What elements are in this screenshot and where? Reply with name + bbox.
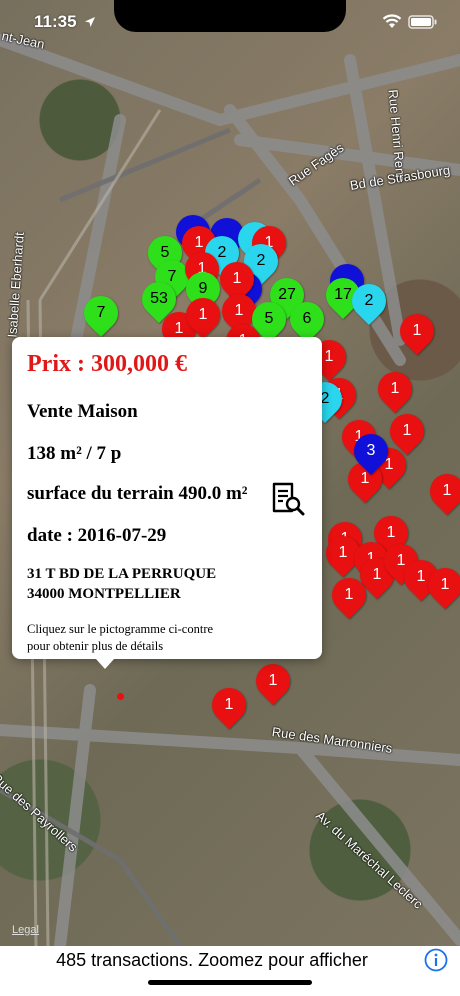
map-marker-green[interactable]: 7 <box>76 288 126 338</box>
marker-count-label: 1 <box>268 672 278 689</box>
marker-count-label: 1 <box>412 322 422 339</box>
marker-count-label: 7 <box>96 304 106 321</box>
location-arrow-icon <box>85 17 95 27</box>
marker-count-label: 1 <box>344 586 354 603</box>
notch <box>114 0 346 32</box>
legal-link[interactable]: Legal <box>12 924 39 936</box>
map-marker-red[interactable]: 1 <box>248 656 298 706</box>
map-marker-cyan[interactable]: 2 <box>344 276 394 326</box>
status-time: 11:35 <box>34 12 77 31</box>
marker-count-label: 1 <box>198 306 208 323</box>
popup-surface: 138 m² / 7 p <box>27 443 122 464</box>
marker-count-label: 1 <box>440 576 450 593</box>
bottom-bar: 485 transactions. Zoomez pour afficher <box>0 946 460 996</box>
marker-count-label: 3 <box>366 442 376 459</box>
map-marker-red[interactable]: 1 <box>392 306 442 356</box>
info-icon[interactable] <box>424 948 448 972</box>
battery-icon <box>408 15 437 29</box>
marker-count-label: 1 <box>232 270 242 287</box>
popup-terrain: surface du terrain 490.0 m² <box>27 483 248 504</box>
popup-hint-line1: Cliquez sur le pictogramme ci-contre <box>27 622 214 636</box>
marker-count-label: 2 <box>364 292 374 309</box>
map-marker-red[interactable]: 1 <box>204 680 254 730</box>
user-location-dot <box>117 693 124 700</box>
marker-count-label: 1 <box>390 380 400 397</box>
popup-price: Prix : 300,000 € <box>27 351 187 377</box>
transactions-count-text: 485 transactions. Zoomez pour afficher <box>56 950 368 970</box>
popup-date: date : 2016-07-29 <box>27 525 167 546</box>
map-marker-red[interactable]: 1 <box>324 570 374 620</box>
map-marker-green[interactable]: 6 <box>282 294 332 344</box>
marker-count-label: 53 <box>150 290 168 307</box>
popup-address-line1: 31 T BD DE LA PERRUQUE <box>27 566 217 582</box>
marker-count-label: 1 <box>442 482 452 499</box>
map-marker-red[interactable]: 1 <box>370 364 420 414</box>
transaction-popup[interactable]: Prix : 300,000 € Vente Maison 138 m² / 7… <box>12 337 322 659</box>
marker-count-label: 1 <box>402 422 412 439</box>
home-indicator <box>148 980 312 985</box>
popup-address-line2: 34000 MONTPELLIER <box>27 586 181 602</box>
wifi-icon <box>382 14 402 28</box>
map-marker-blue[interactable]: 3 <box>346 426 396 476</box>
marker-count-label: 6 <box>302 310 312 327</box>
popup-hint-line2: pour obtenir plus de détails <box>27 639 164 653</box>
popup-type: Vente Maison <box>27 401 138 422</box>
status-bar: 11:35 <box>0 0 460 44</box>
marker-count-label: 1 <box>224 696 234 713</box>
map-marker-red[interactable]: 1 <box>178 290 228 340</box>
document-search-icon[interactable] <box>270 481 306 517</box>
popup-tail <box>96 659 114 669</box>
